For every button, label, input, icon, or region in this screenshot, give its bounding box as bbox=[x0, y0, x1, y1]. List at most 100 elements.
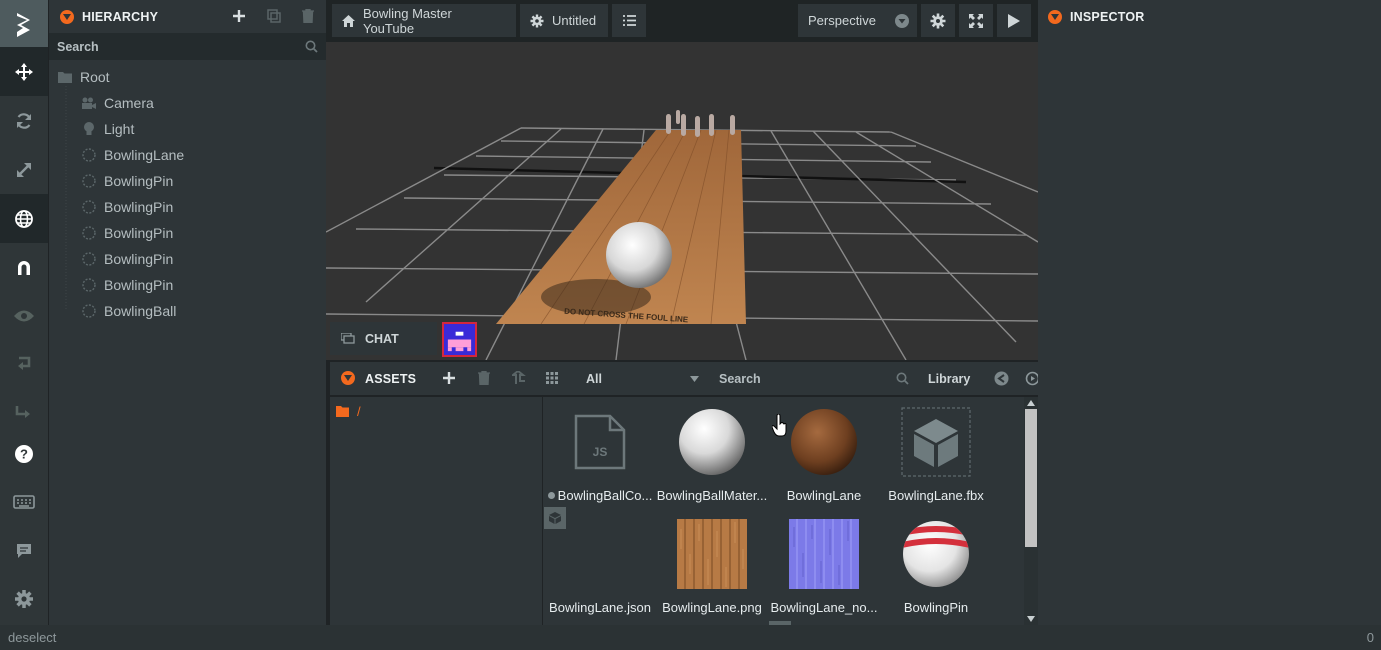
inspector-panel: INSPECTOR bbox=[1038, 0, 1381, 625]
snap-button[interactable] bbox=[0, 243, 48, 292]
tree-item-bowlingball[interactable]: BowlingBall bbox=[81, 298, 176, 324]
tree-item-root[interactable]: Root bbox=[57, 64, 110, 90]
chat-label: CHAT bbox=[365, 331, 399, 346]
play-icon bbox=[1008, 13, 1020, 28]
chat-tab[interactable]: CHAT bbox=[330, 322, 437, 355]
project-button[interactable]: Bowling Master YouTube bbox=[332, 4, 516, 37]
tree-item-label: BowlingPin bbox=[104, 199, 174, 215]
scale-tool-button[interactable] bbox=[0, 145, 48, 194]
store-icon[interactable] bbox=[1025, 371, 1038, 386]
move-arrows-icon bbox=[15, 62, 33, 81]
bulb-icon bbox=[84, 122, 94, 135]
hierarchy-search-input[interactable]: Search bbox=[57, 40, 99, 54]
svg-text:?: ? bbox=[20, 446, 28, 461]
delete-asset-icon[interactable] bbox=[478, 371, 490, 385]
asset-item[interactable]: BowlingLane.fbx bbox=[880, 407, 992, 503]
tree-item-bowlinglane[interactable]: BowlingLane bbox=[81, 142, 184, 168]
user-avatar[interactable] bbox=[442, 322, 477, 357]
tree-item-bowlingpin[interactable]: BowlingPin bbox=[81, 220, 173, 246]
scene-button[interactable]: Untitled bbox=[520, 4, 608, 37]
asset-item[interactable]: JS BowlingBallCo... bbox=[544, 407, 656, 503]
keyboard-shortcuts-button[interactable] bbox=[0, 477, 48, 526]
scenes-list-button[interactable] bbox=[612, 4, 646, 37]
tree-item-camera[interactable]: Camera bbox=[81, 90, 154, 116]
fullscreen-icon bbox=[969, 13, 983, 28]
grid-view-icon[interactable] bbox=[546, 372, 558, 384]
library-arrow-icon[interactable] bbox=[994, 371, 1009, 386]
tool-sidebar: ? bbox=[0, 0, 48, 625]
magnet-icon bbox=[18, 260, 30, 275]
asset-item[interactable]: BowlingLane.png bbox=[656, 519, 768, 615]
world-space-button[interactable] bbox=[0, 194, 48, 243]
entity-icon bbox=[82, 200, 96, 214]
playcanvas-logo-button[interactable] bbox=[0, 0, 48, 49]
asset-item[interactable]: BowlingLane.json bbox=[544, 519, 656, 615]
folder-up-icon[interactable] bbox=[512, 371, 526, 385]
tree-item-label: Light bbox=[104, 121, 135, 137]
assets-scrollbar[interactable] bbox=[1024, 397, 1038, 625]
assets-folder-tree: / bbox=[330, 397, 542, 625]
hierarchy-panel: HIERARCHY Search Root Camera Light Bowli… bbox=[49, 0, 326, 625]
scene-viewport[interactable]: DO NOT CROSS THE FOUL LINE CHAT bbox=[326, 42, 1038, 360]
resize-icon bbox=[17, 162, 31, 177]
tree-item-bowlingpin[interactable]: BowlingPin bbox=[81, 272, 173, 298]
tree-item-light[interactable]: Light bbox=[81, 116, 134, 142]
status-bar: deselect 0 bbox=[0, 625, 1381, 650]
duplicate-icon[interactable] bbox=[267, 9, 281, 23]
settings-gear-icon bbox=[930, 13, 946, 28]
collapse-hierarchy-icon[interactable] bbox=[60, 9, 74, 24]
asset-search-input[interactable]: Search bbox=[719, 372, 761, 386]
entity-icon bbox=[82, 278, 96, 292]
asset-item[interactable]: BowlingBallMater... bbox=[656, 407, 768, 503]
add-asset-icon[interactable] bbox=[443, 372, 455, 384]
collapse-assets-icon[interactable] bbox=[341, 371, 355, 385]
rotate-icon bbox=[16, 112, 32, 129]
asset-label: BowlingBallCo... bbox=[557, 488, 653, 503]
hierarchy-title: HIERARCHY bbox=[82, 9, 159, 24]
editor-settings-button[interactable] bbox=[921, 4, 955, 37]
delete-icon[interactable] bbox=[302, 9, 314, 23]
tree-lines bbox=[65, 86, 67, 311]
folder-root[interactable]: / bbox=[336, 404, 361, 419]
view-toggle-button[interactable] bbox=[0, 291, 48, 340]
feedback-button[interactable] bbox=[0, 526, 48, 575]
rotate-tool-button[interactable] bbox=[0, 96, 48, 145]
assets-header: ASSETS All Search Library bbox=[330, 362, 1038, 395]
asset-label: BowlingBallMater... bbox=[656, 488, 768, 503]
collapse-inspector-icon[interactable] bbox=[1048, 9, 1062, 24]
tree-item-label: BowlingPin bbox=[104, 225, 174, 241]
chevron-down-icon bbox=[895, 13, 909, 28]
entity-icon bbox=[82, 174, 96, 188]
tree-item-bowlingpin[interactable]: BowlingPin bbox=[81, 194, 173, 220]
asset-item[interactable]: BowlingLane_no... bbox=[768, 519, 880, 615]
hierarchy-search[interactable]: Search bbox=[49, 33, 326, 60]
fullscreen-button[interactable] bbox=[959, 4, 993, 37]
scrollbar-thumb[interactable] bbox=[1025, 409, 1037, 547]
scene-render: DO NOT CROSS THE FOUL LINE bbox=[326, 42, 1038, 360]
hand-cursor-icon bbox=[772, 414, 787, 437]
tree-item-label: BowlingLane bbox=[104, 147, 185, 163]
translate-tool-button[interactable] bbox=[0, 47, 48, 96]
tree-item-bowlingpin[interactable]: BowlingPin bbox=[81, 168, 173, 194]
entity-icon bbox=[82, 226, 96, 240]
folder-icon bbox=[58, 72, 72, 83]
camera-mode-select[interactable]: Perspective bbox=[798, 4, 917, 37]
folder-root-label: / bbox=[357, 404, 361, 419]
redo-icon bbox=[15, 405, 30, 418]
home-icon bbox=[342, 14, 355, 27]
normal-map-texture-icon bbox=[789, 519, 859, 589]
undo-button[interactable] bbox=[0, 339, 48, 388]
asset-filter-select[interactable]: All bbox=[580, 362, 705, 395]
list-icon bbox=[622, 15, 636, 26]
help-button[interactable]: ? bbox=[0, 429, 48, 478]
status-text: deselect bbox=[8, 630, 57, 645]
eye-icon bbox=[14, 310, 34, 321]
search-icon bbox=[896, 372, 909, 385]
tree-item-bowlingpin[interactable]: BowlingPin bbox=[81, 246, 173, 272]
launch-play-button[interactable] bbox=[997, 4, 1031, 37]
settings-button[interactable] bbox=[0, 574, 48, 623]
library-button[interactable]: Library bbox=[928, 372, 970, 386]
add-entity-icon[interactable] bbox=[233, 10, 245, 22]
asset-filter-value: All bbox=[586, 371, 602, 386]
asset-item[interactable]: BowlingPin bbox=[880, 519, 992, 615]
